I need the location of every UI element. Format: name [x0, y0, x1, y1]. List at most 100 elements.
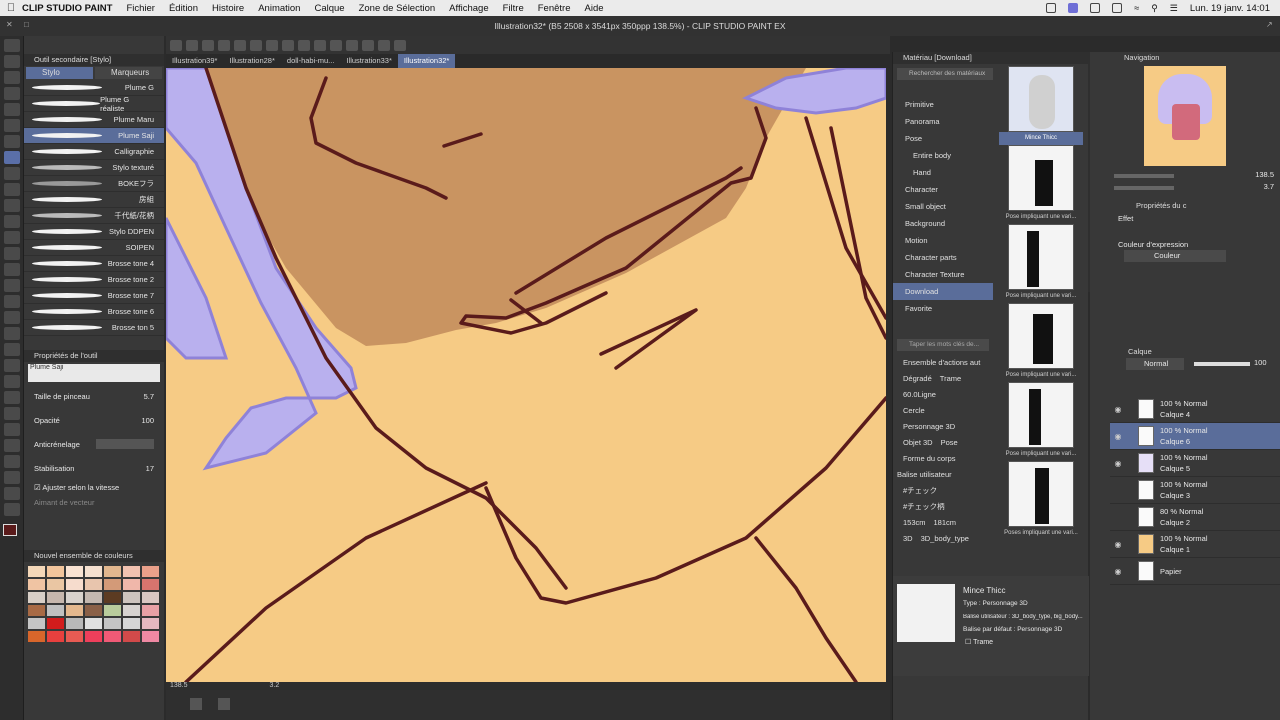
material-thumb[interactable]	[1008, 382, 1074, 448]
color-swatch[interactable]	[142, 592, 159, 603]
lasso-tool-icon[interactable]	[4, 439, 20, 452]
eye-icon[interactable]: ◉	[1110, 540, 1126, 549]
brush-item[interactable]: Calligraphie	[24, 144, 164, 160]
eye-icon[interactable]: ◉	[1110, 405, 1126, 414]
tree-download[interactable]: Download	[893, 283, 993, 300]
rotate-tool-icon[interactable]	[4, 487, 20, 500]
color-swatch[interactable]	[104, 566, 121, 577]
color-swatch[interactable]	[85, 618, 102, 629]
brush-item[interactable]: Brosse tone 4	[24, 256, 164, 272]
layer-row-selected[interactable]: ◉ 100 % Normal Calque 6	[1110, 423, 1280, 450]
color-swatch[interactable]	[123, 618, 140, 629]
brush-tool-icon[interactable]	[4, 183, 20, 196]
color-swatch[interactable]	[85, 566, 102, 577]
eraser-tool-icon[interactable]	[4, 231, 20, 244]
drawing-canvas[interactable]	[166, 68, 886, 682]
figure-tool-icon[interactable]	[4, 295, 20, 308]
airbrush-tool-icon[interactable]	[4, 199, 20, 212]
auto-select-tool-icon[interactable]	[4, 119, 20, 132]
open-icon[interactable]	[186, 39, 198, 51]
opacity-row[interactable]: Opacité 100	[24, 408, 164, 432]
color-swatch[interactable]	[47, 566, 64, 577]
tree-small-object[interactable]: Small object	[893, 198, 993, 215]
brush-item[interactable]: BOKEフラ	[24, 176, 164, 192]
keyword-search[interactable]: Taper les mots clés de...	[897, 339, 989, 351]
color-swatch[interactable]	[104, 579, 121, 590]
marker-tool-icon[interactable]	[4, 391, 20, 404]
new-icon[interactable]	[170, 39, 182, 51]
control-center-icon[interactable]: ☰	[1170, 3, 1178, 14]
opacity-value[interactable]: 100	[141, 416, 154, 425]
brush-size-row[interactable]: Taille de pinceau 5.7	[24, 384, 164, 408]
tag-chip[interactable]: 3D_body_type	[921, 531, 969, 547]
tree-entire-body[interactable]: Entire body	[893, 147, 993, 164]
undo-icon[interactable]	[218, 39, 230, 51]
frame-tool-icon[interactable]	[4, 311, 20, 324]
color-swatch[interactable]	[66, 566, 83, 577]
eye-icon[interactable]: ◉	[1110, 459, 1126, 468]
clear-icon[interactable]	[250, 39, 262, 51]
color-swatch[interactable]	[47, 592, 64, 603]
color-swatch[interactable]	[142, 579, 159, 590]
tree-character-parts[interactable]: Character parts	[893, 249, 993, 266]
color-swatch[interactable]	[142, 618, 159, 629]
snap-grid-icon[interactable]	[346, 39, 358, 51]
menu-fenetre[interactable]: Fenêtre	[538, 3, 571, 14]
deselect-icon[interactable]	[298, 39, 310, 51]
layer-row[interactable]: ◉ 100 % Normal Calque 4	[1110, 396, 1280, 423]
color-swatch[interactable]	[66, 592, 83, 603]
doc-tab[interactable]: doll-habi-mu...	[281, 54, 341, 68]
antialias-row[interactable]: Anticrénelage	[24, 432, 164, 456]
operation-tool-icon[interactable]	[4, 71, 20, 84]
color-swatch[interactable]	[28, 618, 45, 629]
help-icon[interactable]	[394, 39, 406, 51]
search-icon[interactable]: ⚲	[1151, 3, 1158, 14]
timeline-icon[interactable]	[190, 698, 202, 710]
menu-edition[interactable]: Édition	[169, 3, 198, 14]
tag-chip[interactable]: #チェック柄	[903, 499, 945, 515]
color-swatch[interactable]	[47, 618, 64, 629]
material-thumb[interactable]	[1008, 461, 1074, 527]
pen-tool-icon[interactable]	[4, 151, 20, 164]
eyedropper-tool-icon[interactable]	[4, 135, 20, 148]
move-tool-icon[interactable]	[4, 55, 20, 68]
color-swatch[interactable]	[104, 592, 121, 603]
size-value[interactable]: 5.7	[144, 392, 154, 401]
color-swatch[interactable]	[123, 566, 140, 577]
brush-item-selected[interactable]: Plume Saji	[24, 128, 164, 144]
color-swatch[interactable]	[142, 605, 159, 616]
doc-tab[interactable]: Illustration33*	[340, 54, 397, 68]
brush-item[interactable]: Stylo texturé	[24, 160, 164, 176]
dodge-tool-icon[interactable]	[4, 455, 20, 468]
tab-marqueurs[interactable]: Marqueurs	[95, 67, 162, 79]
snap-ruler-icon[interactable]	[330, 39, 342, 51]
tree-hand[interactable]: Hand	[893, 164, 993, 181]
app-name-menu[interactable]: CLIP STUDIO PAINT	[22, 3, 112, 14]
color-swatch[interactable]	[142, 631, 159, 642]
menu-filtre[interactable]: Filtre	[503, 3, 524, 14]
clock[interactable]: Lun. 19 janv. 14:01	[1190, 3, 1270, 14]
layer-row[interactable]: 80 % Normal Calque 2	[1110, 504, 1280, 531]
color-swatch[interactable]	[85, 631, 102, 642]
color-swatch[interactable]	[123, 592, 140, 603]
color-swatch[interactable]	[123, 631, 140, 642]
menu-aide[interactable]: Aide	[585, 3, 604, 14]
layer-opacity-slider[interactable]	[1194, 362, 1250, 366]
menu-selection[interactable]: Zone de Sélection	[359, 3, 436, 14]
save-icon[interactable]	[202, 39, 214, 51]
tag-chip[interactable]: Dégradé	[903, 371, 932, 387]
brush-item[interactable]: Brosse tone 7	[24, 288, 164, 304]
tree-background[interactable]: Background	[893, 215, 993, 232]
tree-character[interactable]: Character	[893, 181, 993, 198]
nav-zoom-slider[interactable]	[1114, 174, 1174, 178]
menu-histoire[interactable]: Histoire	[212, 3, 244, 14]
move-layer-tool-icon[interactable]	[4, 87, 20, 100]
material-thumb[interactable]	[1008, 303, 1074, 369]
color-swatch[interactable]	[66, 605, 83, 616]
color-swatch[interactable]	[47, 605, 64, 616]
color-wheel-icon[interactable]	[4, 503, 20, 516]
layer-row[interactable]: ◉ Papier	[1110, 558, 1280, 585]
snap-perspective-icon[interactable]	[362, 39, 374, 51]
invert-icon[interactable]	[314, 39, 326, 51]
liquify-tool-icon[interactable]	[4, 423, 20, 436]
